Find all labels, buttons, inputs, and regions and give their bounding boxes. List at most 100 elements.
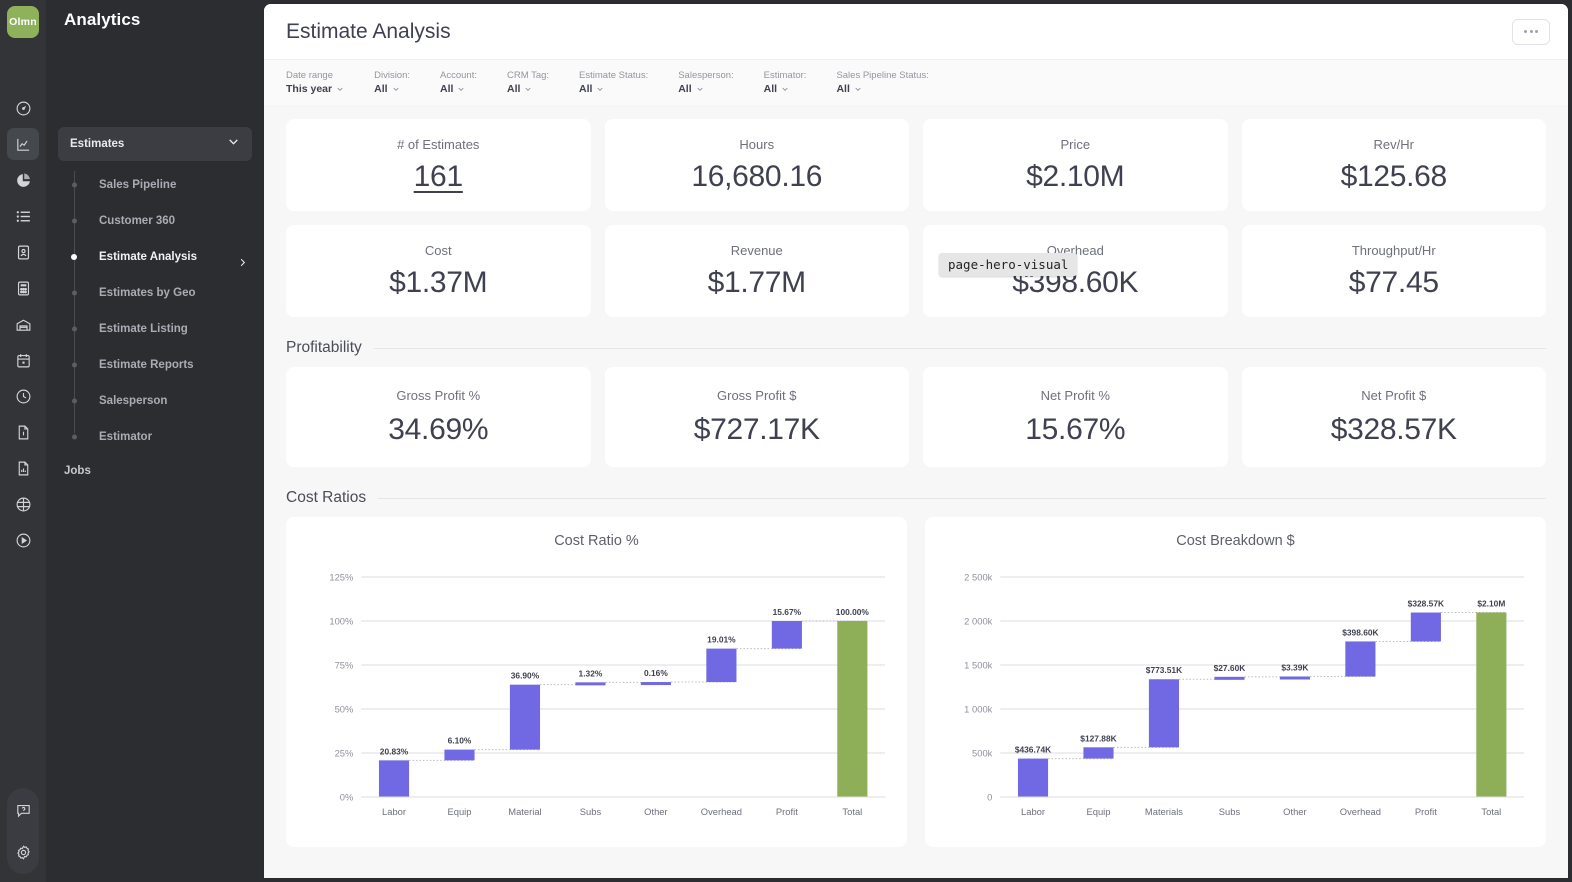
svg-text:Equip: Equip <box>447 807 471 818</box>
filter-value[interactable]: This year <box>286 82 344 96</box>
svg-text:Labor: Labor <box>1021 807 1045 818</box>
filter-value-text: This year <box>286 82 333 95</box>
kpi-card-estimates-count[interactable]: # of Estimates 161 <box>286 119 591 211</box>
kpi-label: Throughput/Hr <box>1351 242 1436 258</box>
line-chart-icon[interactable] <box>7 128 39 160</box>
nav-section-jobs[interactable]: Jobs <box>46 465 264 477</box>
warehouse-icon[interactable] <box>7 308 39 340</box>
profitability-grid: Gross Profit % 34.69% Gross Profit $ $72… <box>286 367 1546 467</box>
filter-value[interactable]: All <box>507 82 549 96</box>
chevron-down-icon <box>597 87 604 91</box>
sidebar-item-sales-pipeline[interactable]: Sales Pipeline <box>46 167 264 203</box>
filter-estimate-status[interactable]: Estimate Status: All <box>579 70 648 96</box>
filter-account[interactable]: Account: All <box>440 70 477 96</box>
kpi-card-gross-profit-dollars[interactable]: Gross Profit $ $727.17K <box>604 367 909 467</box>
sidebar-item-customer-360[interactable]: Customer 360 <box>46 203 264 239</box>
svg-text:$3.39K: $3.39K <box>1281 662 1309 672</box>
document-chart-icon[interactable] <box>7 452 39 484</box>
app-logo[interactable]: Olmn <box>7 6 39 38</box>
filter-value-text: All <box>836 82 850 95</box>
filter-value[interactable]: All <box>374 82 410 96</box>
kpi-value: $727.17K <box>693 412 820 446</box>
kpi-value: 15.67% <box>1025 412 1126 446</box>
filter-value-text: All <box>440 82 454 95</box>
calendar-icon[interactable] <box>7 344 39 376</box>
filter-value-text: All <box>579 82 593 95</box>
section-divider <box>378 497 1546 499</box>
kpi-card-throughput-per-hr[interactable]: Throughput/Hr $77.45 <box>1241 225 1546 317</box>
bullet-icon <box>71 398 77 404</box>
kpi-card-gross-profit-pct[interactable]: Gross Profit % 34.69% <box>286 367 591 467</box>
filter-division[interactable]: Division: All <box>374 70 410 96</box>
sidebar-item-label: Estimator <box>99 431 153 443</box>
kpi-card-net-profit-pct[interactable]: Net Profit % 15.67% <box>923 367 1228 467</box>
kpi-card-revenue[interactable]: Revenue $1.77M <box>604 225 909 317</box>
filter-sales-pipeline-status[interactable]: Sales Pipeline Status: All <box>836 70 928 96</box>
filter-value[interactable]: All <box>579 82 648 96</box>
svg-text:75%: 75% <box>335 660 354 671</box>
clock-icon[interactable] <box>7 380 39 412</box>
sidebar-item-estimate-reports[interactable]: Estimate Reports <box>46 347 264 383</box>
kpi-value: $1.77M <box>707 265 807 299</box>
kpi-label: Cost <box>424 242 452 258</box>
filter-value[interactable]: All <box>836 82 928 96</box>
filter-value-text: All <box>678 82 692 95</box>
waterfall-chart-cost-breakdown[interactable]: 0 500k 1 000k 1 500k 2 000k 2 500k $436.74K Lab… <box>939 553 1532 831</box>
kpi-card-price[interactable]: Price $2.10M <box>923 119 1228 211</box>
svg-text:$127.88K: $127.88K <box>1080 733 1117 743</box>
sidebar-item-estimate-analysis[interactable]: Estimate Analysis <box>46 239 264 275</box>
filter-crm-tag[interactable]: CRM Tag: All <box>507 70 549 96</box>
settings-icon[interactable] <box>7 836 39 868</box>
list-icon[interactable] <box>7 200 39 232</box>
play-circle-icon[interactable] <box>7 524 39 556</box>
dot-icon <box>1524 30 1527 33</box>
kpi-card-hours[interactable]: Hours 16,680.16 <box>604 119 909 211</box>
gauge-icon[interactable] <box>7 92 39 124</box>
filter-value-text: All <box>763 82 778 95</box>
svg-text:50%: 50% <box>335 704 354 715</box>
filter-value-text: All <box>374 82 388 95</box>
kpi-value: 161 <box>413 159 463 193</box>
sidebar-item-estimates-by-geo[interactable]: Estimates by Geo <box>46 275 264 311</box>
main-panel: Estimate Analysis Date range This year D… <box>264 4 1568 878</box>
filter-date-range[interactable]: Date range This year <box>286 70 344 96</box>
svg-text:$328.57K: $328.57K <box>1408 598 1445 608</box>
bullet-icon <box>71 218 77 224</box>
chart-card-cost-breakdown-dollars[interactable]: Cost Breakdown $ 0 500k 1 000k 1 500k 2 000k… <box>925 517 1546 847</box>
filter-value[interactable]: All <box>764 82 807 96</box>
filter-label: Estimate Status: <box>579 69 649 81</box>
sidebar-item-estimator[interactable]: Estimator <box>46 419 264 455</box>
more-options-button[interactable] <box>1512 18 1550 45</box>
svg-text:Profit: Profit <box>776 807 798 818</box>
help-icon[interactable] <box>7 794 39 826</box>
kpi-card-net-profit-dollars[interactable]: Net Profit $ $328.57K <box>1241 367 1546 467</box>
filter-value[interactable]: All <box>678 82 733 96</box>
chevron-down-icon <box>697 87 703 91</box>
filter-salesperson[interactable]: Salesperson: All <box>678 70 733 96</box>
nav-group-estimates[interactable]: Estimates <box>58 127 252 161</box>
sidebar-item-salesperson[interactable]: Salesperson <box>46 383 264 419</box>
svg-text:Overhead: Overhead <box>1340 807 1381 818</box>
kpi-value: $77.45 <box>1348 265 1439 299</box>
chevron-down-icon <box>855 87 861 91</box>
calculator-icon[interactable] <box>7 272 39 304</box>
filter-value[interactable]: All <box>440 82 477 96</box>
kpi-card-rev-per-hr[interactable]: Rev/Hr $125.68 <box>1241 119 1546 211</box>
svg-text:1 000k: 1 000k <box>964 704 992 715</box>
kpi-label: Net Profit $ <box>1361 387 1427 403</box>
document-info-icon[interactable] <box>7 416 39 448</box>
kpi-label: Gross Profit % <box>396 387 481 403</box>
contact-card-icon[interactable] <box>7 236 39 268</box>
svg-text:0%: 0% <box>340 792 354 803</box>
chevron-down-icon <box>392 87 399 91</box>
sidebar-item-label: Estimate Analysis <box>99 251 198 263</box>
kpi-card-cost[interactable]: Cost $1.37M <box>286 225 591 317</box>
section-title: Cost Ratios <box>286 489 367 506</box>
sidebar-item-estimate-listing[interactable]: Estimate Listing <box>46 311 264 347</box>
chart-card-cost-ratio-pct[interactable]: Cost Ratio % 0% 25% 50% 75% 100% 125% 20.83% La… <box>286 517 907 847</box>
waterfall-chart-cost-ratio[interactable]: 0% 25% 50% 75% 100% 125% 20.83% Labor 6.10% Equip… <box>300 553 893 831</box>
kpi-label: # of Estimates <box>397 136 480 152</box>
filter-estimator[interactable]: Estimator: All <box>764 70 807 96</box>
pie-chart-icon[interactable] <box>7 164 39 196</box>
globe-icon[interactable] <box>7 488 39 520</box>
